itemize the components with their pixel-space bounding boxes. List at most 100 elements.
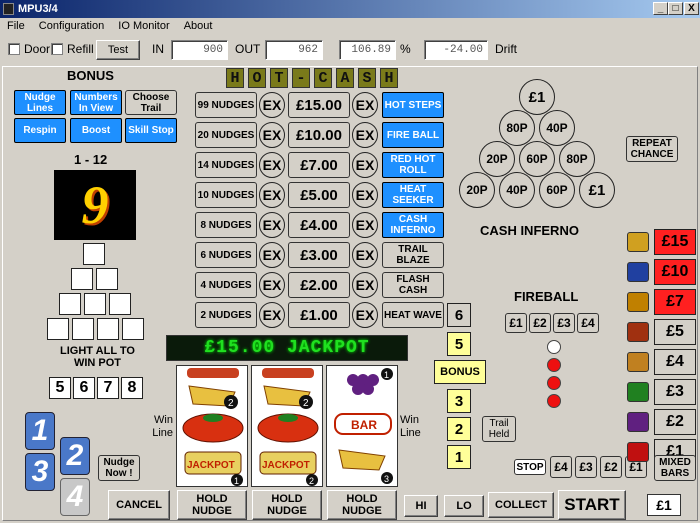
ladder-amount: £15.00 [288, 92, 350, 118]
in-value: 900 [171, 40, 228, 60]
hot-cash-letter: - [292, 68, 310, 88]
paytable-symbol-icon [627, 352, 649, 372]
drift-label: Drift [495, 42, 517, 56]
trail-2: 2 [447, 417, 471, 441]
hold-nudge-2-button[interactable]: HOLD NUDGE [252, 490, 322, 520]
svg-text:2: 2 [309, 476, 314, 486]
ex-badge: EX [352, 272, 378, 298]
digit-box-6: 6 [73, 377, 95, 399]
inferno-prize: 40P [539, 110, 575, 146]
start-button[interactable]: START [558, 490, 626, 520]
bonus-range: 1 - 12 [74, 152, 108, 167]
svg-text:BAR: BAR [351, 418, 377, 432]
numbers-in-view-button[interactable]: Numbers In View [70, 90, 122, 115]
stop-label: STOP [514, 459, 546, 475]
close-button[interactable]: X [684, 2, 699, 15]
paytable-symbol-icon [627, 442, 649, 462]
inferno-prize: 80P [499, 110, 535, 146]
refill-label: Refill [67, 42, 94, 56]
nudge-now-button[interactable]: Nudge Now ! [98, 455, 140, 481]
out-value: 962 [265, 40, 323, 60]
light-box [96, 268, 118, 290]
refill-checkbox[interactable] [51, 43, 63, 55]
ex-badge: EX [259, 212, 285, 238]
svg-text:1: 1 [234, 476, 239, 486]
digit-box-7: 7 [97, 377, 119, 399]
ladder-amount: £4.00 [288, 212, 350, 238]
respin-button[interactable]: Respin [14, 118, 66, 143]
nudge-lines-button[interactable]: Nudge Lines [14, 90, 66, 115]
drift-value: -24.00 [424, 40, 488, 60]
reel-2: 2 JACKPOT 2 [251, 365, 323, 487]
ex-badge: EX [259, 182, 285, 208]
paytable-symbol-icon [627, 322, 649, 342]
reel-2-symbols: 2 JACKPOT 2 [257, 368, 319, 486]
menu-file[interactable]: File [7, 20, 25, 32]
hi-button[interactable]: HI [404, 495, 438, 517]
fireball-lamp [547, 358, 561, 372]
hold-nudge-1-button[interactable]: HOLD NUDGE [177, 490, 247, 520]
stop-value: £2 [600, 456, 622, 478]
menu-about[interactable]: About [184, 20, 213, 32]
choose-trail-button[interactable]: Choose Trail [125, 90, 177, 115]
hot-cash-header: H O T - C A S H [226, 68, 398, 88]
jackpot-led: £15.00 JACKPOT [166, 335, 408, 361]
inferno-prize: 20P [479, 141, 515, 177]
cash-inferno-title: CASH INFERNO [480, 223, 579, 238]
ex-badge: EX [352, 242, 378, 268]
ex-badge: EX [352, 182, 378, 208]
side-number-2: 2 [60, 437, 90, 475]
repeat-chance-button[interactable]: REPEAT CHANCE [626, 136, 678, 162]
feature-label: FIRE BALL [382, 122, 444, 148]
collect-button[interactable]: COLLECT [488, 492, 554, 518]
menu-bar: File Configuration IO Monitor About [0, 18, 700, 35]
fireball-lamp [547, 394, 561, 408]
fireball-value: £4 [577, 313, 599, 333]
svg-text:3: 3 [384, 474, 389, 484]
menu-configuration[interactable]: Configuration [39, 20, 104, 32]
ex-badge: EX [352, 122, 378, 148]
fireball-lamp [547, 340, 561, 354]
nudges-label: 2 NUDGES [195, 302, 257, 328]
side-number-4: 4 [60, 478, 90, 516]
win-line-right: Win Line [400, 414, 421, 439]
ex-badge: EX [352, 92, 378, 118]
boost-button[interactable]: Boost [70, 118, 122, 143]
door-checkbox[interactable] [8, 43, 20, 55]
digit-box-5: 5 [49, 377, 71, 399]
hot-cash-letter: H [226, 68, 244, 88]
light-box [109, 293, 131, 315]
inferno-prize: 40P [499, 172, 535, 208]
hold-nudge-3-button[interactable]: HOLD NUDGE [327, 490, 397, 520]
feature-label: HEAT SEEKER [382, 182, 444, 208]
inferno-prize: £1 [519, 79, 555, 115]
hot-cash-letter: C [314, 68, 332, 88]
nudges-label: 4 NUDGES [195, 272, 257, 298]
percent-value: 106.89 [339, 40, 396, 60]
test-button[interactable]: Test [96, 40, 140, 60]
menu-io-monitor[interactable]: IO Monitor [118, 20, 169, 32]
nudges-label: 8 NUDGES [195, 212, 257, 238]
hot-cash-letter: H [380, 68, 398, 88]
ex-badge: EX [259, 242, 285, 268]
light-box [72, 318, 94, 340]
paytable-symbol-icon [627, 292, 649, 312]
feature-label: RED HOT ROLL [382, 152, 444, 178]
fireball-value: £2 [529, 313, 551, 333]
mixed-bars-label: MIXED BARS [654, 455, 696, 481]
ladder-amount: £7.00 [288, 152, 350, 178]
skill-stop-button[interactable]: Skill Stop [125, 118, 177, 143]
fireball-lamp [547, 376, 561, 390]
inferno-prize: 20P [459, 172, 495, 208]
trail-held-button[interactable]: Trail Held [482, 416, 516, 442]
cancel-button[interactable]: CANCEL [108, 490, 170, 520]
fireball-title: FIREBALL [514, 289, 579, 304]
minimize-button[interactable]: _ [653, 2, 668, 15]
toolbar: Door Refill Test IN 900 OUT 962 106.89 %… [0, 36, 700, 62]
light-box [84, 293, 106, 315]
app-icon [3, 3, 14, 15]
inferno-prize: 60P [519, 141, 555, 177]
lo-button[interactable]: LO [444, 495, 484, 517]
ladder-amount: £3.00 [288, 242, 350, 268]
maximize-button[interactable]: □ [668, 2, 683, 15]
